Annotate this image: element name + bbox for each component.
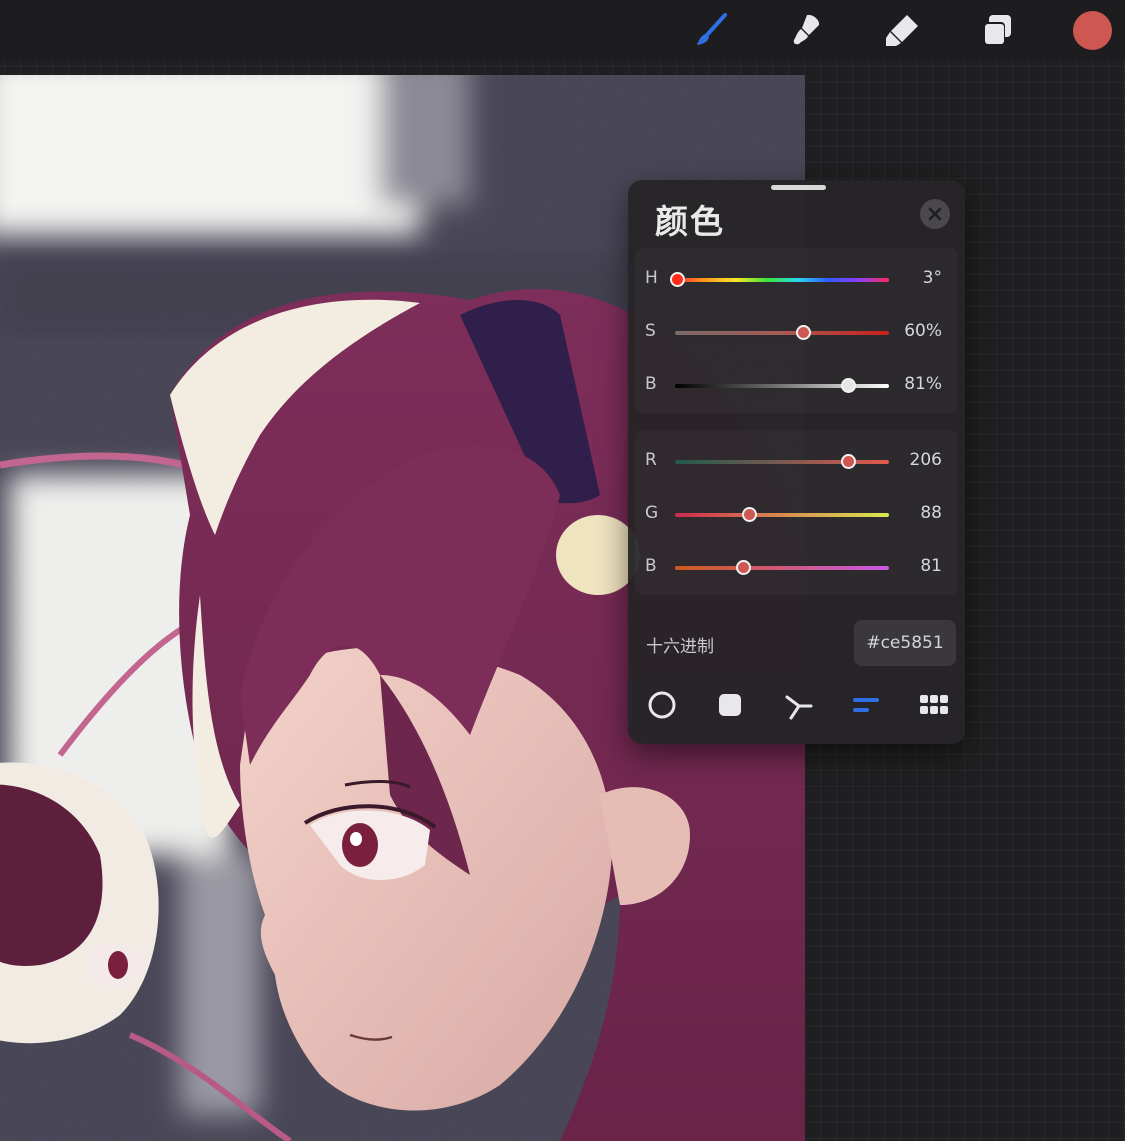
value-mode-icon: [853, 698, 879, 712]
brightness-value[interactable]: 81%: [882, 374, 942, 394]
smudge-icon: [793, 14, 820, 45]
layers-icon: [983, 15, 1011, 46]
red-value[interactable]: 206: [882, 450, 942, 470]
slider-label: R: [645, 450, 657, 470]
blue-slider-knob[interactable]: [736, 560, 752, 575]
hex-label: 十六进制: [646, 637, 714, 657]
value-mode-button[interactable]: [846, 688, 886, 722]
slider-label: G: [645, 503, 659, 523]
blue-slider[interactable]: [675, 566, 889, 570]
hue-slider-knob[interactable]: [670, 272, 686, 287]
red-slider-row: R 206: [635, 434, 958, 487]
close-icon: [928, 207, 942, 221]
saturation-value[interactable]: 60%: [882, 321, 942, 341]
palettes-mode-icon: [920, 695, 948, 714]
slider-label: B: [645, 556, 657, 576]
harmony-mode-icon: [785, 695, 813, 720]
top-toolbar: [0, 0, 1125, 60]
hex-input[interactable]: #ce5851: [854, 620, 956, 666]
eraser-tool-button[interactable]: [880, 8, 924, 52]
eraser-icon: [886, 15, 918, 46]
brush-icon: [697, 13, 727, 45]
disc-mode-button[interactable]: [642, 688, 682, 722]
hsb-sliders: H 3° S 60% B 81%: [635, 248, 958, 413]
brightness-slider-row: B 81%: [635, 358, 958, 411]
smudge-tool-button[interactable]: [785, 8, 829, 52]
hue-value[interactable]: 3°: [882, 268, 942, 288]
harmony-mode-button[interactable]: [779, 688, 819, 722]
hue-slider[interactable]: [675, 278, 889, 282]
hue-slider-row: H 3°: [635, 252, 958, 305]
red-slider-knob[interactable]: [840, 454, 856, 469]
blue-value[interactable]: 81: [882, 556, 942, 576]
hex-row: 十六进制 #ce5851: [635, 615, 958, 671]
green-slider[interactable]: [675, 513, 889, 517]
color-mode-bar: [628, 680, 965, 730]
current-color-button[interactable]: [1073, 11, 1112, 50]
green-slider-row: G 88: [635, 487, 958, 540]
brightness-slider-knob[interactable]: [841, 378, 857, 393]
slider-label: H: [645, 268, 658, 288]
blue-slider-row: B 81: [635, 540, 958, 593]
saturation-slider[interactable]: [675, 331, 889, 335]
saturation-slider-row: S 60%: [635, 305, 958, 358]
brush-tool-button[interactable]: [690, 8, 734, 52]
panel-title: 颜色: [655, 202, 725, 241]
slider-label: B: [645, 374, 657, 394]
classic-mode-button[interactable]: [710, 688, 750, 722]
palettes-mode-button[interactable]: [914, 688, 954, 722]
slider-label: S: [645, 321, 656, 341]
color-panel: 颜色 H 3° S 60% B 81% R 206 G 88 B 81 十六进制…: [628, 180, 965, 744]
close-button[interactable]: [920, 199, 950, 229]
saturation-slider-knob[interactable]: [796, 325, 812, 340]
red-slider[interactable]: [675, 460, 889, 464]
brightness-slider[interactable]: [675, 384, 889, 388]
rgb-sliders: R 206 G 88 B 81: [635, 430, 958, 595]
panel-drag-handle[interactable]: [771, 185, 826, 190]
green-slider-knob[interactable]: [741, 507, 757, 522]
layers-tool-button[interactable]: [975, 8, 1019, 52]
green-value[interactable]: 88: [882, 503, 942, 523]
disc-mode-icon: [648, 691, 676, 719]
classic-mode-icon: [719, 694, 741, 716]
